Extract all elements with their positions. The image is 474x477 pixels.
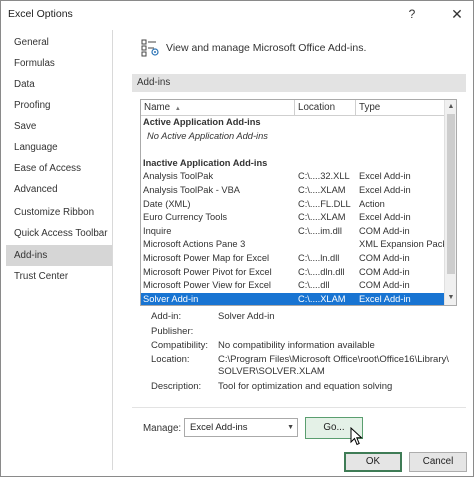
scroll-thumb[interactable] xyxy=(447,114,455,274)
detail-description-label: Description: xyxy=(151,381,202,392)
section-title-add-ins: Add-ins xyxy=(132,74,466,92)
row-name: Analysis ToolPak xyxy=(143,171,214,182)
list-item[interactable]: Analysis ToolPak C:\....32.XLL Excel Add… xyxy=(141,170,445,184)
title-bar: Excel Options ? ✕ xyxy=(1,1,473,27)
options-sidebar: General Formulas Data Proofing Save Lang… xyxy=(6,30,113,470)
sidebar-item-advanced[interactable]: Advanced xyxy=(6,179,112,200)
row-type: Excel Add-in xyxy=(359,293,411,304)
list-item[interactable]: Microsoft Actions Pane 3 XML Expansion P… xyxy=(141,238,448,252)
list-item[interactable]: Inquire C:\....im.dll COM Add-in xyxy=(141,225,445,239)
add-ins-settings-icon xyxy=(141,39,159,57)
help-icon[interactable]: ? xyxy=(401,4,423,24)
row-name: Microsoft Actions Pane 3 xyxy=(143,239,246,250)
scroll-down-icon[interactable]: ▼ xyxy=(445,292,456,304)
manage-dropdown[interactable]: Excel Add-ins ▼ xyxy=(184,418,298,437)
detail-compat-label: Compatibility: xyxy=(151,340,209,351)
sidebar-item-add-ins[interactable]: Add-ins xyxy=(6,245,112,266)
sidebar-item-language[interactable]: Language xyxy=(6,137,112,158)
divider xyxy=(132,407,466,408)
list-group-header: Active Application Add-ins xyxy=(141,116,445,130)
row-location: C:\....XLAM xyxy=(298,212,346,223)
detail-location-label: Location: xyxy=(151,354,190,365)
column-header-type[interactable]: Type xyxy=(356,100,445,116)
row-location: C:\....XLAM xyxy=(298,293,346,304)
detail-addin-value: Solver Add-in xyxy=(218,311,275,322)
row-location: C:\....32.XLL xyxy=(298,171,350,182)
row-name: Inquire xyxy=(143,225,172,236)
add-ins-list[interactable]: Name ▲ Location Type Active Application … xyxy=(140,99,457,306)
detail-location-value-line2: SOLVER\SOLVER.XLAM xyxy=(218,366,325,377)
row-location: C:\....dll xyxy=(298,280,330,291)
window-title: Excel Options xyxy=(8,8,73,20)
list-item[interactable]: Microsoft Power View for Excel C:\....dl… xyxy=(141,279,445,293)
sidebar-item-general[interactable]: General xyxy=(6,32,112,53)
list-scrollbar[interactable]: ▲ ▼ xyxy=(444,100,456,305)
manage-label: Manage: xyxy=(143,423,182,434)
row-location: C:\....im.dll xyxy=(298,225,342,236)
detail-addin-label: Add-in: xyxy=(151,311,182,322)
sidebar-item-data[interactable]: Data xyxy=(6,74,112,95)
row-name: Microsoft Power Pivot for Excel xyxy=(143,266,272,277)
list-item-selected[interactable]: Solver Add-in C:\....XLAM Excel Add-in xyxy=(141,292,445,305)
list-item[interactable]: Date (XML) C:\....FL.DLL Action xyxy=(141,198,445,212)
detail-compat-value: No compatibility information available xyxy=(218,340,375,351)
row-type: XML Expansion Pack xyxy=(359,239,448,250)
list-item[interactable]: Microsoft Power Pivot for Excel C:\....d… xyxy=(141,266,445,280)
row-name: Date (XML) xyxy=(143,198,191,209)
sidebar-item-proofing[interactable]: Proofing xyxy=(6,95,112,116)
detail-description-value: Tool for optimization and equation solvi… xyxy=(218,381,393,392)
column-header-name[interactable]: Name ▲ xyxy=(141,100,295,116)
sort-ascending-icon: ▲ xyxy=(174,106,181,112)
list-item[interactable]: Microsoft Power Map for Excel C:\....ln.… xyxy=(141,252,445,266)
sidebar-item-ease-of-access[interactable]: Ease of Access xyxy=(6,158,112,179)
mouse-pointer-icon xyxy=(350,427,363,446)
ok-button[interactable]: OK xyxy=(344,452,402,472)
row-location: C:\....ln.dll xyxy=(298,253,340,263)
cancel-button[interactable]: Cancel xyxy=(409,452,467,472)
row-location: C:\....XLAM xyxy=(298,185,346,195)
close-icon[interactable]: ✕ xyxy=(446,4,468,24)
sidebar-item-trust-center[interactable]: Trust Center xyxy=(6,266,112,287)
row-location: C:\....FL.DLL xyxy=(298,198,351,209)
list-item[interactable]: Analysis ToolPak - VBA C:\....XLAM Excel… xyxy=(141,184,445,198)
row-name: No Active Application Add-ins xyxy=(147,130,268,141)
sidebar-item-customize-ribbon[interactable]: Customize Ribbon xyxy=(6,202,112,223)
row-type: Excel Add-in xyxy=(359,171,411,182)
row-name: Analysis ToolPak - VBA xyxy=(143,185,240,195)
row-type: Action xyxy=(359,198,385,209)
row-type: Excel Add-in xyxy=(359,212,411,223)
list-empty-note: No Active Application Add-ins xyxy=(141,130,445,144)
row-type: COM Add-in xyxy=(359,225,410,236)
row-name: Solver Add-in xyxy=(143,293,199,304)
column-name-label: Name xyxy=(144,102,171,113)
list-group-header: Inactive Application Add-ins xyxy=(141,157,445,171)
column-header-location[interactable]: Location xyxy=(295,100,356,116)
detail-location-value-line1: C:\Program Files\Microsoft Office\root\O… xyxy=(218,354,449,365)
sidebar-item-save[interactable]: Save xyxy=(6,116,112,137)
row-type: COM Add-in xyxy=(359,280,410,291)
row-name: Microsoft Power Map for Excel xyxy=(143,253,270,263)
row-name: Inactive Application Add-ins xyxy=(143,157,268,168)
row-location: C:\....dln.dll xyxy=(298,266,345,277)
scroll-up-icon[interactable]: ▲ xyxy=(445,101,456,113)
row-name: Microsoft Power View for Excel xyxy=(143,280,271,291)
manage-dropdown-value: Excel Add-ins xyxy=(190,422,248,433)
sidebar-item-formulas[interactable]: Formulas xyxy=(6,53,112,74)
row-type: COM Add-in xyxy=(359,266,410,277)
row-name: Active Application Add-ins xyxy=(143,117,261,127)
row-type: COM Add-in xyxy=(359,253,410,263)
sidebar-item-quick-access-toolbar[interactable]: Quick Access Toolbar xyxy=(6,223,112,244)
page-header: View and manage Microsoft Office Add-ins… xyxy=(166,42,367,54)
list-item[interactable]: Euro Currency Tools C:\....XLAM Excel Ad… xyxy=(141,211,445,225)
detail-publisher-label: Publisher: xyxy=(151,326,194,337)
chevron-down-icon: ▼ xyxy=(287,424,294,431)
row-type: Excel Add-in xyxy=(359,185,411,195)
row-name: Euro Currency Tools xyxy=(143,212,228,223)
